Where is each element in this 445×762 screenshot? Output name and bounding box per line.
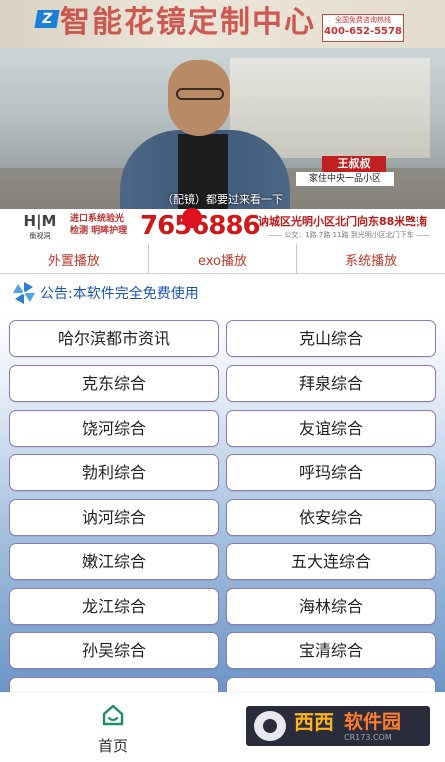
channel-button[interactable]: 饶河综合	[9, 410, 219, 447]
notice-bar: 公告:本软件完全免费使用	[0, 276, 445, 310]
channel-button[interactable]: 嫩江综合	[9, 543, 219, 580]
banner-brand: H|M 衡视洞	[23, 212, 57, 240]
fullscreen-icon[interactable]	[404, 212, 420, 224]
channel-button[interactable]: 哈尔滨都市资讯	[9, 320, 219, 357]
video-bottom-banner: H|M 衡视洞 进口系统验光 检测 明眸护理 7656886 讷城区光明小区北门…	[0, 209, 445, 243]
player-mode-tabs: 外置播放 exo播放 系统播放	[0, 244, 445, 274]
banner-tag-line1: 进口系统验光	[70, 214, 125, 224]
watermark-logo: 西西 软件园 CR173.COM	[246, 706, 430, 746]
banner-address: 讷城区光明小区北门向东88米路南	[258, 215, 428, 228]
channel-button[interactable]: 友谊综合	[226, 410, 436, 447]
person-desc-tag: 家住中央一品小区	[296, 172, 394, 186]
banner-tag: 进口系统验光 检测 明眸护理	[70, 213, 127, 237]
channel-button[interactable]: 海林综合	[226, 588, 436, 625]
person-name-tag: 王叔叔	[322, 156, 386, 172]
notice-text: 公告:本软件完全免费使用	[40, 286, 199, 302]
video-player[interactable]: 智能花镜定制中心 Z 全国免费咨询热线 400-652-5578 王叔叔 家住中…	[0, 0, 445, 243]
video-brand-logo: Z	[34, 10, 60, 28]
home-icon	[102, 704, 124, 726]
video-progress-handle[interactable]	[182, 208, 202, 228]
watermark-text-2: 软件园	[344, 711, 402, 733]
channel-button-partial[interactable]	[226, 677, 436, 692]
channel-button[interactable]: 呼玛综合	[226, 454, 436, 491]
watermark-text-1: 西西	[294, 710, 334, 734]
tab-system-player[interactable]: 系统播放	[296, 244, 445, 274]
channel-grid: 哈尔滨都市资讯 克山综合 克东综合 拜泉综合 饶河综合 友谊综合 勃利综合 呼玛…	[0, 312, 445, 692]
watermark-circle-icon	[254, 711, 286, 741]
shop-sign-text: 智能花镜定制中心	[60, 5, 316, 40]
hotline-label: 全国免费咨询热线	[335, 16, 391, 24]
channel-button-partial[interactable]	[9, 677, 219, 692]
channel-button[interactable]: 五大连综合	[226, 543, 436, 580]
channel-button[interactable]: 勃利综合	[9, 454, 219, 491]
nav-home-label: 首页	[97, 737, 128, 755]
bottom-nav: 首页 西西 软件园 CR173.COM	[0, 693, 445, 762]
channel-button[interactable]: 依安综合	[226, 499, 436, 536]
tab-exo-player[interactable]: exo播放	[147, 244, 297, 274]
tab-external-player[interactable]: 外置播放	[0, 244, 148, 274]
channel-button[interactable]: 孙吴综合	[9, 632, 219, 669]
channel-button[interactable]: 拜泉综合	[226, 365, 436, 402]
video-subtitle: （配镜）都要过来看一下	[162, 193, 283, 206]
channel-button[interactable]: 宝清综合	[226, 632, 436, 669]
nav-home-button[interactable]: 首页	[88, 703, 138, 759]
channel-button[interactable]: 克山综合	[226, 320, 436, 357]
watermark-url: CR173.COM	[344, 733, 392, 742]
banner-brand-name: 衡视洞	[29, 232, 51, 240]
hotline-number: 400-652-5578	[324, 26, 402, 37]
video-hotline-box: 全国免费咨询热线 400-652-5578	[322, 14, 404, 42]
channel-button[interactable]: 讷河综合	[9, 499, 219, 536]
channel-button[interactable]: 克东综合	[9, 365, 219, 402]
channel-button[interactable]: 龙江综合	[9, 588, 219, 625]
banner-address-sub: —— 公交：1路 7路 11路 到光明小区北门下车 ——	[268, 231, 430, 239]
pinwheel-icon	[13, 282, 35, 304]
banner-tag-line2: 检测 明眸护理	[70, 226, 128, 236]
